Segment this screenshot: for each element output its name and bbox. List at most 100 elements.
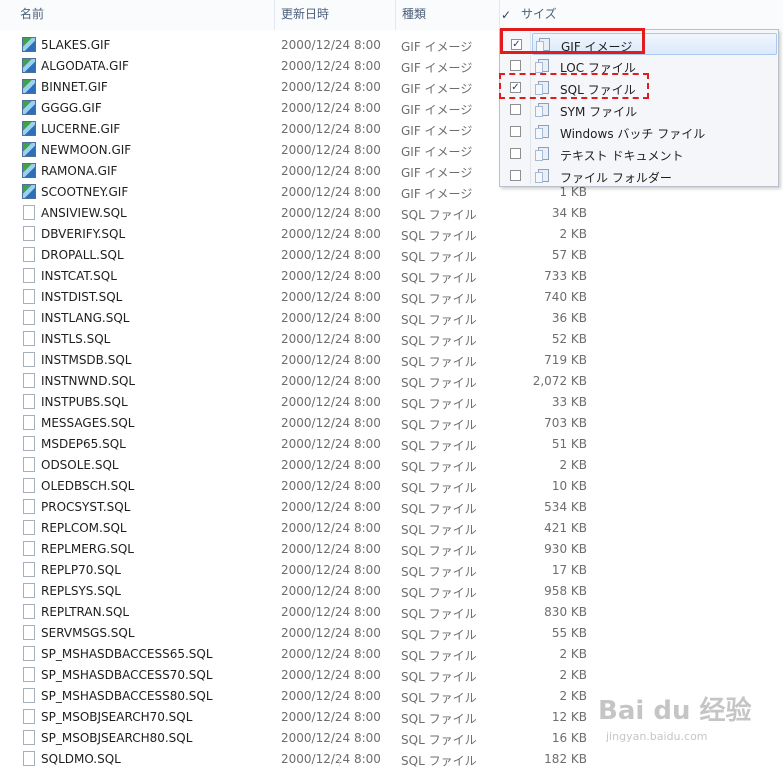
document-file-icon — [23, 499, 35, 514]
file-row[interactable]: DROPALL.SQL 2000/12/24 8:00 SQL ファイル 57 KB — [0, 244, 783, 265]
filter-option[interactable]: Windows バッチ ファイル — [500, 121, 778, 143]
file-row[interactable]: REPLP70.SQL 2000/12/24 8:00 SQL ファイル 17 KB — [0, 559, 783, 580]
file-name: SERVMSGS.SQL — [41, 626, 135, 640]
file-date: 2000/12/24 8:00 — [281, 122, 381, 136]
file-type: SQL ファイル — [401, 649, 477, 663]
file-row[interactable]: MSDEP65.SQL 2000/12/24 8:00 SQL ファイル 51 KB — [0, 433, 783, 454]
file-name: INSTLS.SQL — [41, 332, 111, 346]
watermark-logo: Bai du 经验 — [598, 696, 752, 726]
highlight-box-gif — [500, 28, 645, 54]
filter-option[interactable]: SYM ファイル — [500, 99, 778, 121]
file-date: 2000/12/24 8:00 — [281, 605, 381, 619]
file-type: SQL ファイル — [401, 418, 477, 432]
file-date: 2000/12/24 8:00 — [281, 752, 381, 766]
document-file-icon — [23, 604, 35, 619]
file-row[interactable]: REPLSYS.SQL 2000/12/24 8:00 SQL ファイル 958 KB — [0, 580, 783, 601]
file-row[interactable]: INSTMSDB.SQL 2000/12/24 8:00 SQL ファイル 719 K… — [0, 349, 783, 370]
file-row[interactable]: PROCSYST.SQL 2000/12/24 8:00 SQL ファイル 534 K… — [0, 496, 783, 517]
filter-option-label: Windows バッチ ファイル — [560, 127, 706, 141]
file-size: 51 KB — [551, 437, 587, 451]
file-row[interactable]: INSTLANG.SQL 2000/12/24 8:00 SQL ファイル 36 KB — [0, 307, 783, 328]
file-row[interactable]: REPLMERG.SQL 2000/12/24 8:00 SQL ファイル 930 K… — [0, 538, 783, 559]
filter-checkbox[interactable] — [510, 104, 521, 115]
file-type: SQL ファイル — [401, 376, 477, 390]
file-type: GIF イメージ — [401, 40, 473, 54]
document-file-icon — [23, 289, 35, 304]
file-name: MSDEP65.SQL — [41, 437, 126, 451]
file-size: 2 KB — [559, 227, 587, 241]
image-file-icon — [22, 58, 36, 73]
column-header-type[interactable]: 種類 — [396, 0, 499, 30]
column-header-date[interactable]: 更新日時 — [275, 0, 395, 30]
document-file-icon — [23, 667, 35, 682]
file-row[interactable]: SERVMSGS.SQL 2000/12/24 8:00 SQL ファイル 55 KB — [0, 622, 783, 643]
filter-checkbox[interactable] — [510, 170, 521, 181]
file-name: ANSIVIEW.SQL — [41, 206, 127, 220]
file-type: SQL ファイル — [401, 733, 477, 747]
document-file-icon — [23, 352, 35, 367]
file-row[interactable]: MESSAGES.SQL 2000/12/24 8:00 SQL ファイル 703 K… — [0, 412, 783, 433]
file-date: 2000/12/24 8:00 — [281, 101, 381, 115]
sort-up-icon: ▲ — [451, 0, 458, 1]
filter-option[interactable]: テキスト ドキュメント — [500, 143, 778, 165]
column-header-size[interactable]: サイズ — [515, 0, 615, 30]
filter-option-label: テキスト ドキュメント — [560, 149, 684, 163]
file-row[interactable]: INSTDIST.SQL 2000/12/24 8:00 SQL ファイル 740 K… — [0, 286, 783, 307]
file-size: 16 KB — [551, 731, 587, 745]
filter-checkbox[interactable] — [510, 148, 521, 159]
file-row[interactable]: INSTNWND.SQL 2000/12/24 8:00 SQL ファイル 2,072… — [0, 370, 783, 391]
file-row[interactable]: INSTLS.SQL 2000/12/24 8:00 SQL ファイル 52 KB — [0, 328, 783, 349]
column-header-name[interactable]: 名前 — [14, 0, 274, 30]
file-row[interactable]: DBVERIFY.SQL 2000/12/24 8:00 SQL ファイル 2 KB — [0, 223, 783, 244]
file-size: 182 KB — [544, 752, 587, 766]
file-type: SQL ファイル — [401, 397, 477, 411]
filter-checkbox[interactable] — [510, 126, 521, 137]
file-row[interactable]: ANSIVIEW.SQL 2000/12/24 8:00 SQL ファイル 34 KB — [0, 202, 783, 223]
document-file-icon — [23, 394, 35, 409]
file-date: 2000/12/24 8:00 — [281, 689, 381, 703]
file-type: SQL ファイル — [401, 565, 477, 579]
file-type: SQL ファイル — [401, 271, 477, 285]
file-date: 2000/12/24 8:00 — [281, 584, 381, 598]
file-type: SQL ファイル — [401, 712, 477, 726]
file-type: SQL ファイル — [401, 355, 477, 369]
file-date: 2000/12/24 8:00 — [281, 248, 381, 262]
file-size: 2 KB — [559, 668, 587, 682]
file-size: 12 KB — [551, 710, 587, 724]
file-name: REPLSYS.SQL — [41, 584, 121, 598]
file-name: SQLDMO.SQL — [41, 752, 121, 766]
column-divider[interactable] — [499, 0, 500, 30]
file-size: 703 KB — [544, 416, 587, 430]
file-type: SQL ファイル — [401, 523, 477, 537]
file-name: SCOOTNEY.GIF — [41, 185, 129, 199]
file-type: SQL ファイル — [401, 670, 477, 684]
file-date: 2000/12/24 8:00 — [281, 626, 381, 640]
file-type: GIF イメージ — [401, 166, 473, 180]
file-row[interactable]: INSTCAT.SQL 2000/12/24 8:00 SQL ファイル 733 KB — [0, 265, 783, 286]
file-type: GIF イメージ — [401, 145, 473, 159]
file-size: 534 KB — [544, 500, 587, 514]
file-row[interactable]: ODSOLE.SQL 2000/12/24 8:00 SQL ファイル 2 KB — [0, 454, 783, 475]
file-row[interactable]: REPLCOM.SQL 2000/12/24 8:00 SQL ファイル 421 KB — [0, 517, 783, 538]
file-type: SQL ファイル — [401, 754, 477, 768]
file-size: 958 KB — [544, 584, 587, 598]
file-name: REPLTRAN.SQL — [41, 605, 130, 619]
file-name: ALGODATA.GIF — [41, 59, 129, 73]
file-size: 740 KB — [544, 290, 587, 304]
file-row[interactable]: SP_MSHASDBACCESS70.SQL 2000/12/24 8:00 SQL… — [0, 664, 783, 685]
file-date: 2000/12/24 8:00 — [281, 143, 381, 157]
file-size: 421 KB — [544, 521, 587, 535]
image-file-icon — [22, 121, 36, 136]
file-row[interactable]: OLEDBSCH.SQL 2000/12/24 8:00 SQL ファイル 10 KB — [0, 475, 783, 496]
file-name: INSTDIST.SQL — [41, 290, 123, 304]
file-row[interactable]: SP_MSHASDBACCESS65.SQL 2000/12/24 8:00 SQL… — [0, 643, 783, 664]
file-name: RAMONA.GIF — [41, 164, 118, 178]
file-date: 2000/12/24 8:00 — [281, 458, 381, 472]
filter-checkbox[interactable] — [510, 60, 521, 71]
file-row[interactable]: REPLTRAN.SQL 2000/12/24 8:00 SQL ファイル 830 K… — [0, 601, 783, 622]
file-name: REPLCOM.SQL — [41, 521, 127, 535]
file-row[interactable]: INSTPUBS.SQL 2000/12/24 8:00 SQL ファイル 33 KB — [0, 391, 783, 412]
file-name: INSTCAT.SQL — [41, 269, 117, 283]
document-file-icon — [23, 583, 35, 598]
filter-option[interactable]: ファイル フォルダー — [500, 165, 778, 187]
